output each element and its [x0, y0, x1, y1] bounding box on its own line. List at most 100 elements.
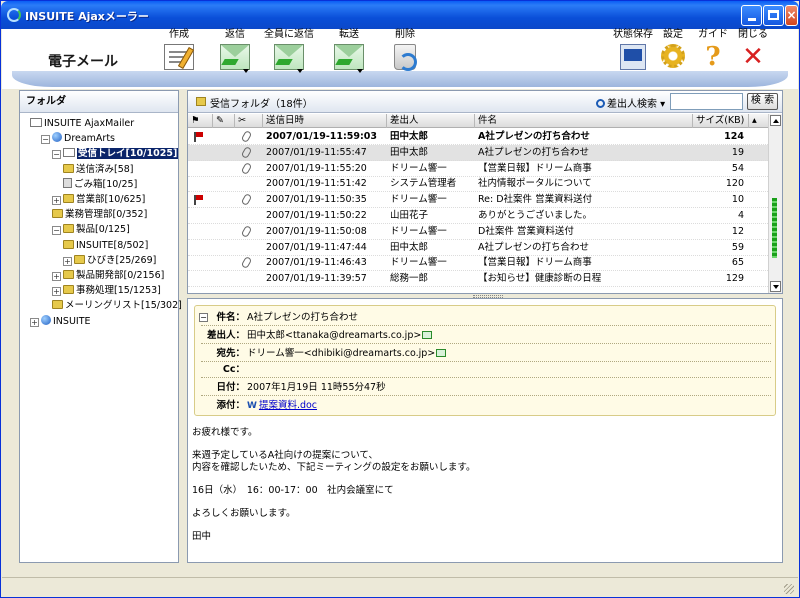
folder-item[interactable]: + 営業部[10/625] [52, 193, 145, 207]
folder-item[interactable]: + ひびき[25/269] [63, 254, 156, 268]
folder-label: メーリングリスト[15/302] [65, 300, 182, 312]
window-title: INSUITE Ajaxメーラー [25, 10, 149, 23]
close-app-button[interactable]: 閉じる ✕ [728, 29, 778, 70]
row-from: ドリーム響一 [390, 225, 447, 237]
message-row[interactable]: 2007/01/19-11:50:22 山田花子 ありがとうございました。 4 [188, 208, 768, 224]
attachment-clip-icon [240, 129, 253, 144]
sender-search-dropdown[interactable]: 差出人検索 ▾ [596, 95, 665, 110]
forward-dropdown-icon[interactable] [357, 69, 363, 73]
collapse-icon[interactable]: − [41, 135, 50, 145]
folder-item[interactable]: + INSUITE [30, 314, 91, 329]
row-size: 4 [737, 210, 744, 221]
minimize-button[interactable] [741, 5, 762, 26]
column-sort-icon[interactable]: ▴ [748, 114, 768, 128]
message-row[interactable]: 2007/01/19-11:59:03 田中太郎 A社プレゼンの打ち合わせ 124 [188, 129, 768, 145]
subject-line: − 件名： A社プレゼンの打ち合わせ [199, 309, 771, 326]
scroll-down-icon[interactable] [770, 281, 781, 292]
reply-all-dropdown-icon[interactable] [297, 69, 303, 73]
folder-item[interactable]: − 受信トレイ[10/1025] [52, 147, 179, 161]
row-size: 124 [724, 131, 744, 142]
attachment-value: W 提案資料.doc [247, 397, 317, 415]
folder-item[interactable]: メーリングリスト[15/302] [52, 299, 182, 313]
gear-icon [661, 44, 685, 68]
row-subject: A社プレゼンの打ち合わせ [478, 241, 589, 253]
folder-item[interactable]: 業務管理部[0/352] [52, 208, 147, 222]
search-button[interactable]: 検 索 [747, 93, 778, 110]
row-subject: ありがとうございました。 [478, 210, 593, 221]
flag-icon[interactable] [194, 195, 203, 206]
message-row[interactable]: 2007/01/19-11:55:20 ドリーム響一 【営業日報】ドリーム商事 54 [188, 161, 768, 177]
folder-label: INSUITE[8/502] [76, 239, 149, 251]
folder-item[interactable]: + 事務処理[15/1253] [52, 284, 161, 298]
column-subject[interactable]: 件名 [474, 114, 692, 128]
attachment-column-icon[interactable]: ✂ [234, 114, 262, 128]
message-row[interactable]: 2007/01/19-11:47:44 田中太郎 A社プレゼンの打ち合わせ 59 [188, 240, 768, 256]
attachment-link[interactable]: 提案資料.doc [259, 400, 317, 411]
reply-button[interactable]: 返信 [210, 29, 260, 73]
folder-item[interactable]: INSUITE AjaxMailer [30, 117, 134, 131]
account-globe-icon [52, 132, 62, 143]
compose-label: 作成 [169, 29, 189, 40]
attachment-line: 添付： W 提案資料.doc [201, 397, 771, 414]
expand-icon[interactable]: + [52, 272, 61, 281]
expand-icon[interactable]: + [30, 317, 39, 327]
column-from[interactable]: 差出人 [386, 114, 474, 128]
forward-envelope-icon [334, 44, 364, 70]
expand-icon[interactable]: + [63, 256, 72, 266]
folder-item[interactable]: + 製品開発部[0/2156] [52, 269, 164, 283]
attachment-clip-icon [240, 224, 253, 238]
message-row[interactable]: 2007/01/19-11:46:43 ドリーム響一 【営業日報】ドリーム商事 65 [188, 255, 768, 272]
message-row[interactable]: 2007/01/19-11:51:42 システム管理者 社内情報ポータルについて 12… [188, 176, 768, 193]
scroll-thumb[interactable] [772, 198, 777, 258]
delete-button[interactable]: 削除 [380, 29, 430, 71]
priority-column-icon[interactable]: ✎ [212, 114, 234, 128]
expand-icon[interactable]: + [52, 196, 61, 205]
row-date: 2007/01/19-11:50:22 [266, 210, 367, 221]
from-line: 差出人： 田中太郎<ttanaka@dreamarts.co.jp> [201, 327, 771, 344]
to-key: 宛先： [216, 348, 245, 359]
folder-icon [63, 285, 74, 295]
message-list-scrollbar[interactable] [768, 114, 782, 293]
expand-icon[interactable]: + [52, 287, 61, 297]
folder-item[interactable]: − 製品[0/125] [52, 223, 130, 237]
current-folder-label: 受信フォルダ（18件） [210, 99, 313, 110]
folder-icon [196, 97, 206, 106]
flag-column-icon[interactable]: ⚑ [188, 114, 212, 128]
window-close-button[interactable]: × [785, 5, 798, 26]
message-row[interactable]: 2007/01/19-11:50:08 ドリーム響一 D社案件 営業資料送付 12 [188, 224, 768, 240]
row-date: 2007/01/19-11:55:47 [266, 146, 367, 158]
reply-all-label: 全員に返信 [264, 29, 314, 40]
message-row[interactable]: 2007/01/19-11:50:35 ドリーム響一 Re: D社案件 営業資料送付… [188, 192, 768, 209]
from-value: 田中太郎<ttanaka@dreamarts.co.jp> [247, 327, 433, 344]
collapse-icon[interactable]: − [52, 150, 61, 160]
folder-item[interactable]: 送信済み[58] [63, 163, 134, 177]
message-row[interactable]: 2007/01/19-11:55:47 田中太郎 A社プレゼンの打ち合わせ 19 [188, 144, 768, 161]
forward-button[interactable]: 転送 [324, 29, 374, 73]
folder-item[interactable]: ごみ箱[10/25] [63, 177, 137, 192]
add-address-icon[interactable] [436, 349, 447, 357]
body-line: 16日（水） 16：00-17：00 社内会議室にて [192, 484, 394, 496]
folder-icon [52, 300, 63, 310]
to-address[interactable]: ドリーム響一<dhibiki@dreamarts.co.jp> [247, 348, 435, 359]
folder-label: INSUITE [53, 315, 91, 327]
folder-item[interactable]: INSUITE[8/502] [63, 239, 148, 253]
search-input[interactable] [670, 93, 743, 110]
folder-item[interactable]: − DreamArts [41, 132, 115, 146]
message-list-header: 受信フォルダ（18件） 差出人検索 ▾ 検 索 [188, 91, 782, 113]
collapse-icon[interactable]: − [52, 226, 61, 236]
title-bar[interactable]: INSUITE Ajaxメーラー × [1, 1, 799, 29]
compose-button[interactable]: 作成 [154, 29, 204, 70]
resize-grip-icon[interactable] [784, 584, 794, 594]
reply-dropdown-icon[interactable] [243, 69, 249, 73]
maximize-button[interactable] [763, 5, 784, 26]
scroll-up-icon[interactable] [770, 115, 781, 126]
message-row[interactable]: 2007/01/19-11:39:57 総務一郎 【お知らせ】健康診断の日程 129 [188, 271, 768, 288]
folder-icon [63, 239, 74, 249]
reply-all-button[interactable]: 全員に返信 [264, 29, 314, 73]
add-address-icon[interactable] [422, 331, 433, 339]
flag-icon[interactable] [194, 132, 203, 142]
from-address[interactable]: 田中太郎<ttanaka@dreamarts.co.jp> [247, 330, 421, 341]
column-size[interactable]: サイズ(KB) [692, 114, 748, 128]
column-date[interactable]: 送信日時 [262, 114, 386, 128]
cc-key: Cc： [222, 364, 245, 375]
